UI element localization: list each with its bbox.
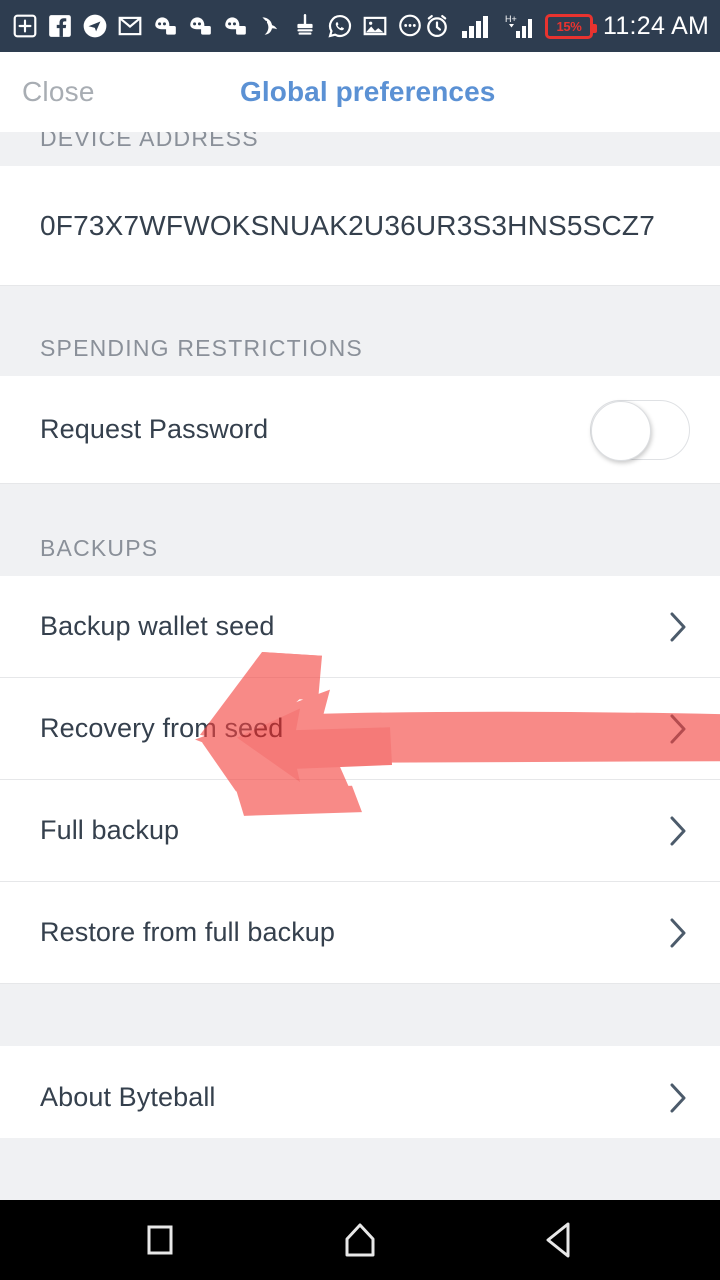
ghost-chat-icon <box>187 13 213 39</box>
section-label: BACKUPS <box>40 535 159 561</box>
chevron-right-icon <box>668 1081 690 1115</box>
notification-icons <box>12 13 423 39</box>
facebook-icon <box>47 13 73 39</box>
settings-list[interactable]: DEVICE ADDRESS 0F73X7WFWOKSNUAK2U36UR3S3… <box>0 132 720 1138</box>
ghost-chat-icon <box>152 13 178 39</box>
recovery-from-seed-label: Recovery from seed <box>40 713 284 743</box>
plus-square-icon <box>12 13 38 39</box>
telegram-icon <box>82 13 108 39</box>
gallery-image-icon <box>362 13 388 39</box>
row-recovery-from-seed[interactable]: Recovery from seed <box>0 678 720 780</box>
bottom-spacer <box>0 1138 720 1200</box>
signal-bars-icon <box>461 13 491 39</box>
chevron-right-icon <box>668 712 690 746</box>
chat-dots-icon <box>397 13 423 39</box>
about-byteball-label: About Byteball <box>40 1082 216 1112</box>
svg-text:H+: H+ <box>505 14 517 24</box>
status-bar: H+ 15% 11:24 AM <box>0 0 720 52</box>
close-button[interactable]: Close <box>22 76 95 108</box>
section-label: DEVICE ADDRESS <box>40 132 259 151</box>
system-status-icons: H+ 15% 11:24 AM <box>423 12 709 41</box>
row-full-backup[interactable]: Full backup <box>0 780 720 882</box>
device-address-value: 0F73X7WFWOKSNUAK2U36UR3S3HNS5SCZ7 <box>40 209 656 241</box>
row-about-byteball[interactable]: About Byteball <box>0 1046 720 1138</box>
status-clock: 11:24 AM <box>603 11 710 40</box>
broom-cleaner-icon <box>292 13 318 39</box>
phone-screen: H+ 15% 11:24 AM Close Global preferences… <box>0 0 720 1280</box>
chevron-right-icon <box>668 610 690 644</box>
row-backup-wallet-seed[interactable]: Backup wallet seed <box>0 576 720 678</box>
ghost-chat-icon <box>222 13 248 39</box>
full-backup-label: Full backup <box>40 815 180 845</box>
section-header-backups: BACKUPS <box>0 484 720 576</box>
navigation-header: Close Global preferences <box>0 52 720 132</box>
section-header-spending-restrictions: SPENDING RESTRICTIONS <box>0 286 720 376</box>
row-request-password[interactable]: Request Password <box>0 376 720 484</box>
eagle-icon <box>257 13 283 39</box>
whatsapp-icon <box>327 13 353 39</box>
gmail-icon <box>117 13 143 39</box>
page-title: Global preferences <box>240 76 496 107</box>
toggle-knob <box>591 400 651 461</box>
android-navigation-bar <box>0 1200 720 1280</box>
backup-wallet-seed-label: Backup wallet seed <box>40 611 275 641</box>
back-triangle-icon[interactable] <box>505 1200 615 1280</box>
request-password-toggle[interactable] <box>590 399 690 461</box>
battery-icon: 15% <box>545 13 597 39</box>
section-gap <box>0 984 720 1046</box>
row-restore-from-full-backup[interactable]: Restore from full backup <box>0 882 720 984</box>
home-icon[interactable] <box>305 1200 415 1280</box>
chevron-right-icon <box>668 916 690 950</box>
row-device-address[interactable]: 0F73X7WFWOKSNUAK2U36UR3S3HNS5SCZ7 <box>0 166 720 286</box>
section-header-device-address: DEVICE ADDRESS <box>0 132 720 166</box>
section-label: SPENDING RESTRICTIONS <box>40 335 363 361</box>
battery-percent-label: 15% <box>556 18 582 34</box>
hspa-signal-icon: H+ <box>501 13 535 39</box>
alarm-clock-icon <box>423 12 451 40</box>
restore-from-full-backup-label: Restore from full backup <box>40 917 336 947</box>
request-password-label: Request Password <box>40 414 269 444</box>
chevron-right-icon <box>668 814 690 848</box>
recents-square-icon[interactable] <box>105 1200 215 1280</box>
